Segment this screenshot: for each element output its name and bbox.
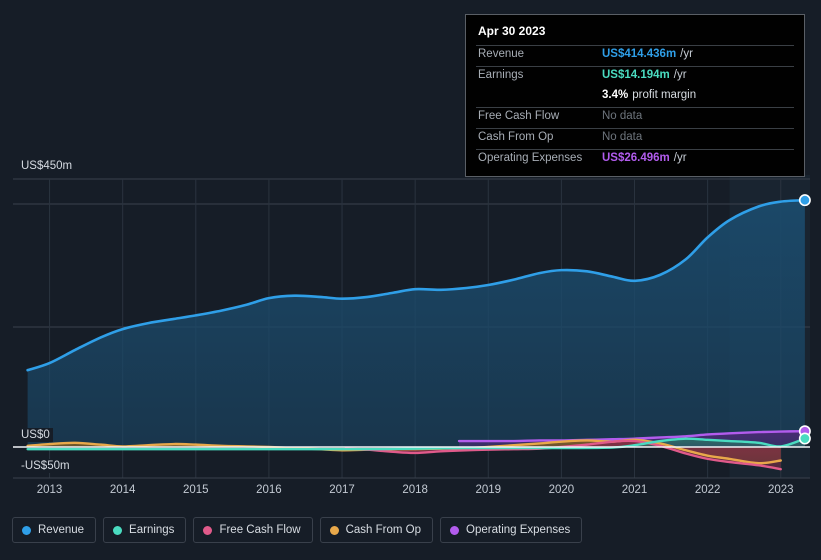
end-marker-earnings[interactable] (798, 432, 811, 445)
legend-color-dot-icon (329, 525, 339, 535)
tooltip-row-value: US$26.496m (602, 152, 670, 164)
tooltip-row-unit: /yr (680, 48, 693, 60)
x-axis-tick-2018: 2018 (402, 484, 428, 496)
tooltip-row-value: No data (602, 131, 643, 143)
tooltip-row-value: US$414.436m (602, 48, 677, 60)
financial-performance-chart: US$450m US$0 -US$50m 2013 2014 2015 2016 201… (0, 0, 821, 560)
x-axis-tick-2020: 2020 (548, 484, 575, 496)
legend-color-dot-icon (22, 525, 31, 535)
x-axis-tick-2015: 2015 (183, 484, 209, 496)
tooltip-row: 3.4% profit margin (476, 87, 794, 107)
tooltip-row-key: Cash From Op (478, 131, 554, 143)
legend-item-label: Free Cash Flow (219, 524, 301, 536)
legend-color-dot-icon (113, 525, 123, 535)
tooltip-row-value: US$14.194m (602, 69, 670, 81)
legend-item-label: Revenue (38, 524, 85, 536)
tooltip-row-value-wrap: US$26.496m/yr (602, 152, 687, 164)
x-axis-tick-2019: 2019 (475, 484, 502, 496)
tooltip-row-unit: /yr (673, 69, 687, 81)
tooltip-date: Apr 30 2023 (478, 24, 546, 38)
x-axis-tick-2016: 2016 (256, 484, 282, 496)
tooltip-row: Revenue US$414.436m/yr (476, 45, 794, 66)
legend-item-operating-expenses[interactable]: Operating Expenses (440, 517, 583, 543)
legend-color-dot-icon (450, 525, 460, 535)
legend-item-revenue[interactable]: Revenue (12, 517, 97, 543)
tooltip-rows: Revenue US$414.436m/yr Earnings US$14.194m /… (476, 45, 794, 170)
tooltip-row-unit: profit margin (632, 89, 697, 101)
y-axis-label-min: -US$50m (21, 459, 73, 473)
tooltip-row-key: Revenue (478, 48, 525, 60)
tooltip-row-value: 3.4% (602, 89, 629, 101)
tooltip-row-key: Earnings (478, 69, 524, 81)
tooltip-row-value-wrap: No data (602, 131, 642, 143)
tooltip-row: Free Cash Flow No data (476, 107, 794, 128)
y-axis-label-max: US$450m (21, 159, 76, 173)
tooltip-row-value: No data (602, 110, 643, 122)
tooltip-row: Earnings US$14.194m/yr (476, 66, 794, 87)
x-axis-tick-2022: 2022 (694, 484, 721, 496)
end-marker-revenue[interactable] (798, 194, 811, 207)
x-axis-tick-2021: 2021 (621, 484, 648, 496)
tooltip-row-key: Free Cash Flow (478, 110, 560, 122)
legend-item-label: Operating Expenses (466, 524, 571, 536)
legend-color-dot-icon (203, 525, 213, 535)
legend-item-label: Cash From Op (345, 524, 422, 536)
x-axis-tick-2017: 2017 (329, 484, 355, 496)
tooltip-row-key: Operating Expenses (478, 152, 583, 164)
tooltip-row-unit: /yr (673, 152, 687, 164)
tooltip-row-value-wrap: US$14.194m/yr (602, 69, 687, 81)
tooltip-row: Operating Expenses US$26.496m/yr (476, 149, 794, 170)
chart-tooltip: Apr 30 2023 Revenue US$414.436m/yr Earning… (465, 14, 805, 177)
tooltip-row-value-wrap: No data (602, 110, 642, 122)
legend-item-label: Earnings (129, 524, 175, 536)
chart-legend[interactable]: Revenue Earnings Free Cash Flow Cash From O… (12, 517, 583, 543)
x-axis-tick-2023: 2023 (767, 484, 794, 496)
legend-item-cash-from-op[interactable]: Cash From Op (319, 517, 434, 543)
y-axis-label-zero: US$0 (21, 428, 53, 442)
x-axis-tick-2013: 2013 (36, 484, 63, 496)
tooltip-row: Cash From Op No data (476, 128, 794, 149)
tooltip-row-value-wrap: 3.4% profit margin (602, 89, 696, 101)
tooltip-row-value-wrap: US$414.436m/yr (602, 48, 693, 60)
legend-item-free-cash-flow[interactable]: Free Cash Flow (193, 517, 313, 543)
legend-item-earnings[interactable]: Earnings (103, 517, 187, 543)
x-axis-tick-2014: 2014 (109, 484, 136, 496)
